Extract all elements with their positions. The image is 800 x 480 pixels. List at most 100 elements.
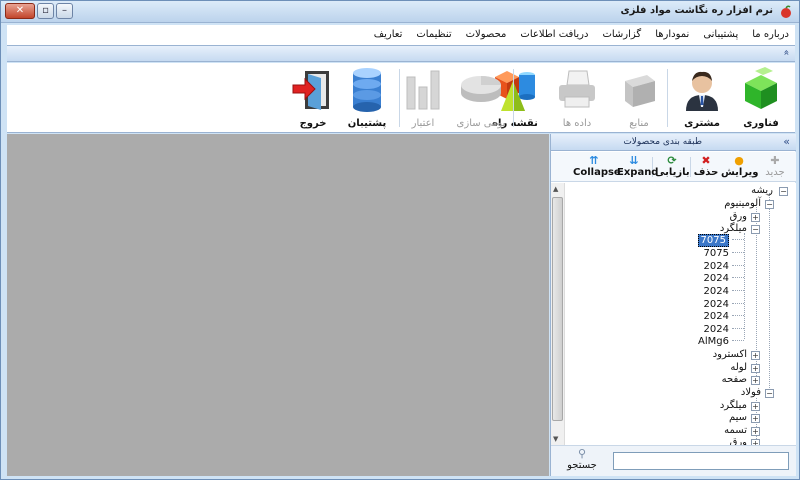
- new-label: جدید: [765, 167, 785, 178]
- tree-leaf[interactable]: 2024: [704, 324, 729, 336]
- exit-label: خروج: [299, 118, 327, 129]
- collapse-label: Collapse: [573, 167, 621, 178]
- box-icon: [625, 75, 655, 107]
- technology-button[interactable]: فناوری: [731, 65, 791, 131]
- ribbon-header-strip: «: [7, 45, 795, 62]
- resources-button[interactable]: منابع: [609, 65, 669, 131]
- expand-button[interactable]: ⇊ Expand: [617, 154, 658, 180]
- collapse-arrows-icon: ⇈: [589, 154, 599, 167]
- minimize-button[interactable]: –: [56, 3, 73, 19]
- backup-button[interactable]: پشتیبان: [337, 65, 397, 131]
- maximize-button[interactable]: ▫: [37, 3, 54, 19]
- expand-extrusion-toggle[interactable]: +: [751, 351, 760, 360]
- panel-header: طبقه بندی محصولات «: [551, 134, 796, 151]
- new-button[interactable]: ✚ جدید: [759, 154, 791, 180]
- expand-sheet-toggle[interactable]: +: [751, 213, 760, 222]
- database-icon: [353, 68, 381, 112]
- tree-leaf[interactable]: 7075: [697, 234, 729, 247]
- search-button[interactable]: ⚲ جستجو: [559, 447, 605, 472]
- collapse-root-toggle[interactable]: −: [779, 187, 788, 196]
- localization-label: بومی سازی: [456, 118, 506, 129]
- exit-door-icon: [292, 71, 329, 110]
- product-classification-panel: طبقه بندی محصولات « ✚ جدید ● ویرایش ✖ حذ…: [550, 134, 796, 476]
- green-cube-icon: [745, 67, 777, 109]
- refresh-button[interactable]: ⟳ بازیابی: [655, 154, 690, 180]
- tree-node-steel[interactable]: فولاد: [741, 387, 761, 399]
- customer-label: مشتری: [684, 118, 720, 129]
- tree-node-sheet[interactable]: ورق: [730, 211, 747, 223]
- tree-leaf[interactable]: AlMg6: [698, 336, 729, 348]
- backup-label: پشتیبان: [347, 118, 387, 129]
- bar-chart-icon: [406, 70, 440, 110]
- tree-node-root[interactable]: ریشه: [751, 185, 773, 197]
- menu-charts[interactable]: نمودارها: [655, 29, 689, 40]
- menu-definitions[interactable]: تعاریف: [374, 29, 403, 40]
- refresh-label: بازیابی: [655, 167, 690, 178]
- tree-node-aluminium[interactable]: آلومینیوم: [724, 198, 761, 210]
- menu-about[interactable]: درباره ما: [752, 29, 789, 40]
- pie-icon: [461, 76, 501, 102]
- exit-button[interactable]: خروج: [283, 65, 343, 131]
- menu-receive-data[interactable]: دریافت اطلاعات: [520, 29, 588, 40]
- expand-pipe-toggle[interactable]: +: [751, 364, 760, 373]
- tree-leaf[interactable]: 2024: [704, 261, 729, 273]
- resources-label: منابع: [629, 118, 649, 129]
- validity-button[interactable]: اعتبار: [393, 65, 453, 131]
- expand-wire-toggle[interactable]: +: [751, 414, 760, 423]
- workspace-area: [7, 134, 549, 476]
- app-icon: [781, 5, 791, 18]
- tree-leaf[interactable]: 2024: [704, 273, 729, 285]
- expand-label: Expand: [617, 167, 659, 178]
- tree-node-extrusion[interactable]: اکسترود: [713, 349, 747, 361]
- data-button[interactable]: داده ها: [547, 65, 607, 131]
- tree-node-wire[interactable]: سیم: [729, 412, 747, 424]
- collapse-steel-toggle[interactable]: −: [765, 389, 774, 398]
- search-label: جستجو: [567, 460, 597, 471]
- menu-reports[interactable]: گزارشات: [602, 29, 641, 40]
- menu-support[interactable]: پشتیبانی: [703, 29, 738, 40]
- main-window: ✕ ▫ – نرم افزار ره نگاشت مواد فلزی تعاری…: [0, 0, 800, 480]
- expand-steel-bar-toggle[interactable]: +: [751, 402, 760, 411]
- expand-strip-toggle[interactable]: +: [751, 427, 760, 436]
- expand-plate-toggle[interactable]: +: [751, 376, 760, 385]
- technology-label: فناوری: [743, 118, 779, 129]
- tree-node-strip[interactable]: تسمه: [724, 425, 747, 437]
- tree-node-steel-sheet[interactable]: ورق: [730, 437, 747, 445]
- edit-button[interactable]: ● ویرایش: [721, 154, 759, 180]
- menu-bar: تعاریف تنظیمات محصولات دریافت اطلاعات گز…: [7, 25, 795, 45]
- tree-leaf[interactable]: 2024: [704, 286, 729, 298]
- refresh-icon: ⟳: [667, 154, 677, 167]
- delete-button[interactable]: ✖ حذف: [693, 154, 719, 180]
- menu-settings[interactable]: تنظیمات: [416, 29, 451, 40]
- search-icon: ⚲: [577, 447, 587, 460]
- tree-leaf-label: 7075: [697, 234, 729, 247]
- delete-x-icon: ✖: [701, 154, 711, 167]
- edit-label: ویرایش: [721, 167, 759, 178]
- search-input[interactable]: [613, 452, 789, 470]
- panel-toolbar: ✚ جدید ● ویرایش ✖ حذف ⟳ بازیابی ⇊ Expand: [551, 152, 796, 182]
- localization-button[interactable]: بومی سازی: [451, 65, 511, 131]
- collapse-aluminium-toggle[interactable]: −: [765, 200, 774, 209]
- tree-scrollbar[interactable]: ▲ ▼: [551, 183, 565, 445]
- close-button[interactable]: ✕: [5, 3, 35, 19]
- delete-label: حذف: [693, 167, 719, 178]
- tree-node-steel-bar[interactable]: میلگرد: [720, 400, 747, 412]
- scroll-up-icon[interactable]: ▲: [553, 185, 558, 193]
- menu-products[interactable]: محصولات: [466, 29, 507, 40]
- businessman-icon: [686, 71, 718, 111]
- collapse-panel-icon[interactable]: «: [783, 135, 790, 148]
- collapse-ribbon-icon[interactable]: «: [780, 49, 791, 55]
- scroll-down-icon[interactable]: ▼: [553, 435, 558, 443]
- tree-node-pipe[interactable]: لوله: [730, 362, 747, 374]
- expand-arrows-icon: ⇊: [629, 154, 639, 167]
- product-tree: ▲ ▼ − ریشه − آلومینیوم + ورق − میلگرد 70…: [551, 183, 796, 445]
- customer-button[interactable]: مشتری: [672, 65, 732, 131]
- tree-leaf[interactable]: 2024: [704, 311, 729, 323]
- tree-leaf[interactable]: 7075: [704, 248, 729, 260]
- scrollbar-thumb[interactable]: [552, 197, 563, 421]
- tree-leaf[interactable]: 2024: [704, 299, 729, 311]
- tree-node-plate[interactable]: صفحه: [722, 374, 747, 386]
- collapse-button[interactable]: ⇈ Collapse: [573, 154, 621, 180]
- data-label: داده ها: [562, 118, 592, 129]
- collapse-bar-toggle[interactable]: −: [751, 225, 760, 234]
